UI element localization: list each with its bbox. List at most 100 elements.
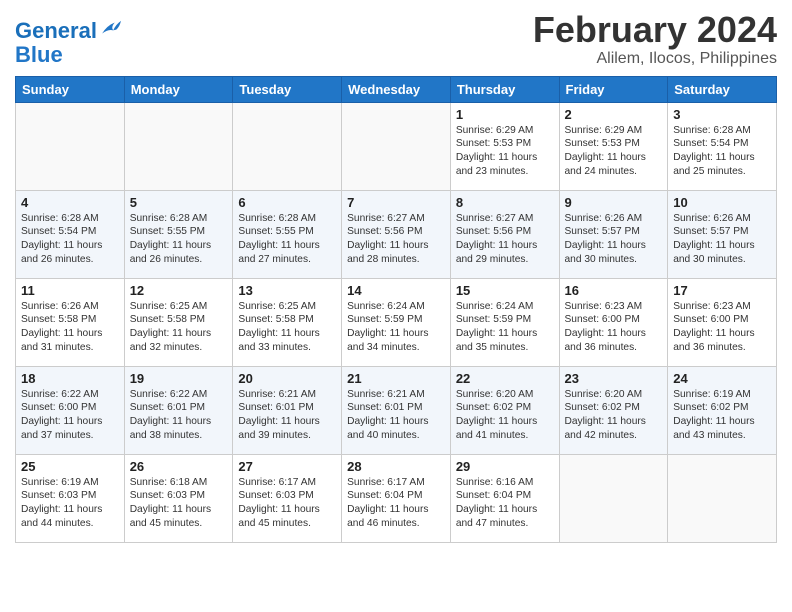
cell-info: Sunrise: 6:20 AM Sunset: 6:02 PM Dayligh… (565, 388, 663, 443)
cell-info: Sunrise: 6:25 AM Sunset: 5:58 PM Dayligh… (238, 300, 336, 355)
cell-info: Sunrise: 6:28 AM Sunset: 5:55 PM Dayligh… (238, 212, 336, 267)
calendar-cell: 26 Sunrise: 6:18 AM Sunset: 6:03 PM Dayli… (124, 454, 233, 542)
logo-blue: Blue (15, 43, 121, 67)
calendar-cell: 12Sunrise: 6:25 AM Sunset: 5:58 PM Dayli… (124, 278, 233, 366)
calendar-cell: 3 Sunrise: 6:28 AM Sunset: 5:54 PM Daylig… (668, 102, 777, 190)
month-title: February 2024 (533, 10, 777, 50)
calendar-cell: 21 Sunrise: 6:21 AM Sunset: 6:01 PM Dayli… (342, 366, 451, 454)
day-number: 11 (21, 283, 119, 298)
weekday-header-saturday: Saturday (668, 76, 777, 102)
cell-info: Sunrise: 6:26 AM Sunset: 5:57 PM Dayligh… (565, 212, 663, 267)
weekday-header-thursday: Thursday (450, 76, 559, 102)
calendar-cell: 24 Sunrise: 6:19 AM Sunset: 6:02 PM Dayli… (668, 366, 777, 454)
calendar-table: SundayMondayTuesdayWednesdayThursdayFrid… (15, 76, 777, 543)
cell-info: Sunrise: 6:18 AM Sunset: 6:03 PM Dayligh… (130, 476, 228, 531)
calendar-cell: 4 Sunrise: 6:28 AM Sunset: 5:54 PM Daylig… (16, 190, 125, 278)
cell-info: Sunrise: 6:29 AM Sunset: 5:53 PM Dayligh… (565, 124, 663, 179)
weekday-header-tuesday: Tuesday (233, 76, 342, 102)
cell-info: Sunrise: 6:26 AM Sunset: 5:58 PM Dayligh… (21, 300, 119, 355)
calendar-week-row: 18 Sunrise: 6:22 AM Sunset: 6:00 PM Dayli… (16, 366, 777, 454)
day-number: 22 (456, 371, 554, 386)
logo-bird-icon (99, 18, 121, 38)
calendar-cell: 1Sunrise: 6:29 AM Sunset: 5:53 PM Daylig… (450, 102, 559, 190)
calendar-cell: 19Sunrise: 6:22 AM Sunset: 6:01 PM Dayli… (124, 366, 233, 454)
day-number: 25 (21, 459, 119, 474)
calendar-cell: 23 Sunrise: 6:20 AM Sunset: 6:02 PM Dayli… (559, 366, 668, 454)
calendar-cell: 17 Sunrise: 6:23 AM Sunset: 6:00 PM Dayli… (668, 278, 777, 366)
calendar-cell: 14 Sunrise: 6:24 AM Sunset: 5:59 PM Dayli… (342, 278, 451, 366)
day-number: 10 (673, 195, 771, 210)
day-number: 18 (21, 371, 119, 386)
day-number: 14 (347, 283, 445, 298)
calendar-cell: 28 Sunrise: 6:17 AM Sunset: 6:04 PM Dayli… (342, 454, 451, 542)
day-number: 16 (565, 283, 663, 298)
calendar-cell: 7 Sunrise: 6:27 AM Sunset: 5:56 PM Daylig… (342, 190, 451, 278)
day-number: 5 (130, 195, 228, 210)
calendar-cell (16, 102, 125, 190)
day-number: 3 (673, 107, 771, 122)
cell-info: Sunrise: 6:28 AM Sunset: 5:54 PM Dayligh… (21, 212, 119, 267)
calendar-cell: 18 Sunrise: 6:22 AM Sunset: 6:00 PM Dayli… (16, 366, 125, 454)
cell-info: Sunrise: 6:23 AM Sunset: 6:00 PM Dayligh… (673, 300, 771, 355)
calendar-cell (668, 454, 777, 542)
day-number: 15 (456, 283, 554, 298)
cell-info: Sunrise: 6:24 AM Sunset: 5:59 PM Dayligh… (456, 300, 554, 355)
day-number: 9 (565, 195, 663, 210)
day-number: 21 (347, 371, 445, 386)
calendar-cell (559, 454, 668, 542)
calendar-cell: 25 Sunrise: 6:19 AM Sunset: 6:03 PM Dayli… (16, 454, 125, 542)
day-number: 24 (673, 371, 771, 386)
day-number: 2 (565, 107, 663, 122)
calendar-cell: 20Sunrise: 6:21 AM Sunset: 6:01 PM Dayli… (233, 366, 342, 454)
day-number: 28 (347, 459, 445, 474)
day-number: 12 (130, 283, 228, 298)
calendar-cell: 15 Sunrise: 6:24 AM Sunset: 5:59 PM Dayli… (450, 278, 559, 366)
calendar-cell: 5 Sunrise: 6:28 AM Sunset: 5:55 PM Daylig… (124, 190, 233, 278)
cell-info: Sunrise: 6:21 AM Sunset: 6:01 PM Dayligh… (238, 388, 336, 443)
weekday-header-wednesday: Wednesday (342, 76, 451, 102)
calendar-cell: 10 Sunrise: 6:26 AM Sunset: 5:57 PM Dayli… (668, 190, 777, 278)
calendar-cell: 11 Sunrise: 6:26 AM Sunset: 5:58 PM Dayli… (16, 278, 125, 366)
cell-info: Sunrise: 6:28 AM Sunset: 5:54 PM Dayligh… (673, 124, 771, 179)
day-number: 27 (238, 459, 336, 474)
day-number: 26 (130, 459, 228, 474)
calendar-cell: 9 Sunrise: 6:26 AM Sunset: 5:57 PM Daylig… (559, 190, 668, 278)
calendar-cell: 6 Sunrise: 6:28 AM Sunset: 5:55 PM Daylig… (233, 190, 342, 278)
day-number: 6 (238, 195, 336, 210)
calendar-week-row: 11 Sunrise: 6:26 AM Sunset: 5:58 PM Dayli… (16, 278, 777, 366)
weekday-header-friday: Friday (559, 76, 668, 102)
weekday-header-row: SundayMondayTuesdayWednesdayThursdayFrid… (16, 76, 777, 102)
cell-info: Sunrise: 6:24 AM Sunset: 5:59 PM Dayligh… (347, 300, 445, 355)
cell-info: Sunrise: 6:27 AM Sunset: 5:56 PM Dayligh… (347, 212, 445, 267)
day-number: 7 (347, 195, 445, 210)
cell-info: Sunrise: 6:26 AM Sunset: 5:57 PM Dayligh… (673, 212, 771, 267)
location-title: Alilem, Ilocos, Philippines (533, 50, 777, 68)
calendar-week-row: 1 Sunrise: 6:29 AM Sunset: 5:53 PM Daylig… (16, 102, 777, 190)
cell-info: Sunrise: 6:17 AM Sunset: 6:03 PM Dayligh… (238, 476, 336, 531)
weekday-header-monday: Monday (124, 76, 233, 102)
cell-info: Sunrise: 6:19 AM Sunset: 6:03 PM Dayligh… (21, 476, 119, 531)
calendar-week-row: 4 Sunrise: 6:28 AM Sunset: 5:54 PM Daylig… (16, 190, 777, 278)
logo-text: General (15, 18, 121, 43)
logo: General Blue (15, 18, 121, 67)
cell-info: Sunrise: 6:19 AM Sunset: 6:02 PM Dayligh… (673, 388, 771, 443)
day-number: 4 (21, 195, 119, 210)
day-number: 19 (130, 371, 228, 386)
calendar-cell: 22Sunrise: 6:20 AM Sunset: 6:02 PM Dayli… (450, 366, 559, 454)
cell-info: Sunrise: 6:21 AM Sunset: 6:01 PM Dayligh… (347, 388, 445, 443)
cell-info: Sunrise: 6:17 AM Sunset: 6:04 PM Dayligh… (347, 476, 445, 531)
title-section: February 2024 Alilem, Ilocos, Philippine… (533, 10, 777, 68)
calendar-cell: 16Sunrise: 6:23 AM Sunset: 6:00 PM Dayli… (559, 278, 668, 366)
day-number: 23 (565, 371, 663, 386)
day-number: 17 (673, 283, 771, 298)
calendar-cell: 8Sunrise: 6:27 AM Sunset: 5:56 PM Daylig… (450, 190, 559, 278)
calendar-week-row: 25 Sunrise: 6:19 AM Sunset: 6:03 PM Dayli… (16, 454, 777, 542)
calendar-cell (233, 102, 342, 190)
day-number: 1 (456, 107, 554, 122)
cell-info: Sunrise: 6:28 AM Sunset: 5:55 PM Dayligh… (130, 212, 228, 267)
logo-general: General (15, 18, 97, 43)
calendar-cell: 29Sunrise: 6:16 AM Sunset: 6:04 PM Dayli… (450, 454, 559, 542)
calendar-cell (342, 102, 451, 190)
weekday-header-sunday: Sunday (16, 76, 125, 102)
cell-info: Sunrise: 6:22 AM Sunset: 6:00 PM Dayligh… (21, 388, 119, 443)
